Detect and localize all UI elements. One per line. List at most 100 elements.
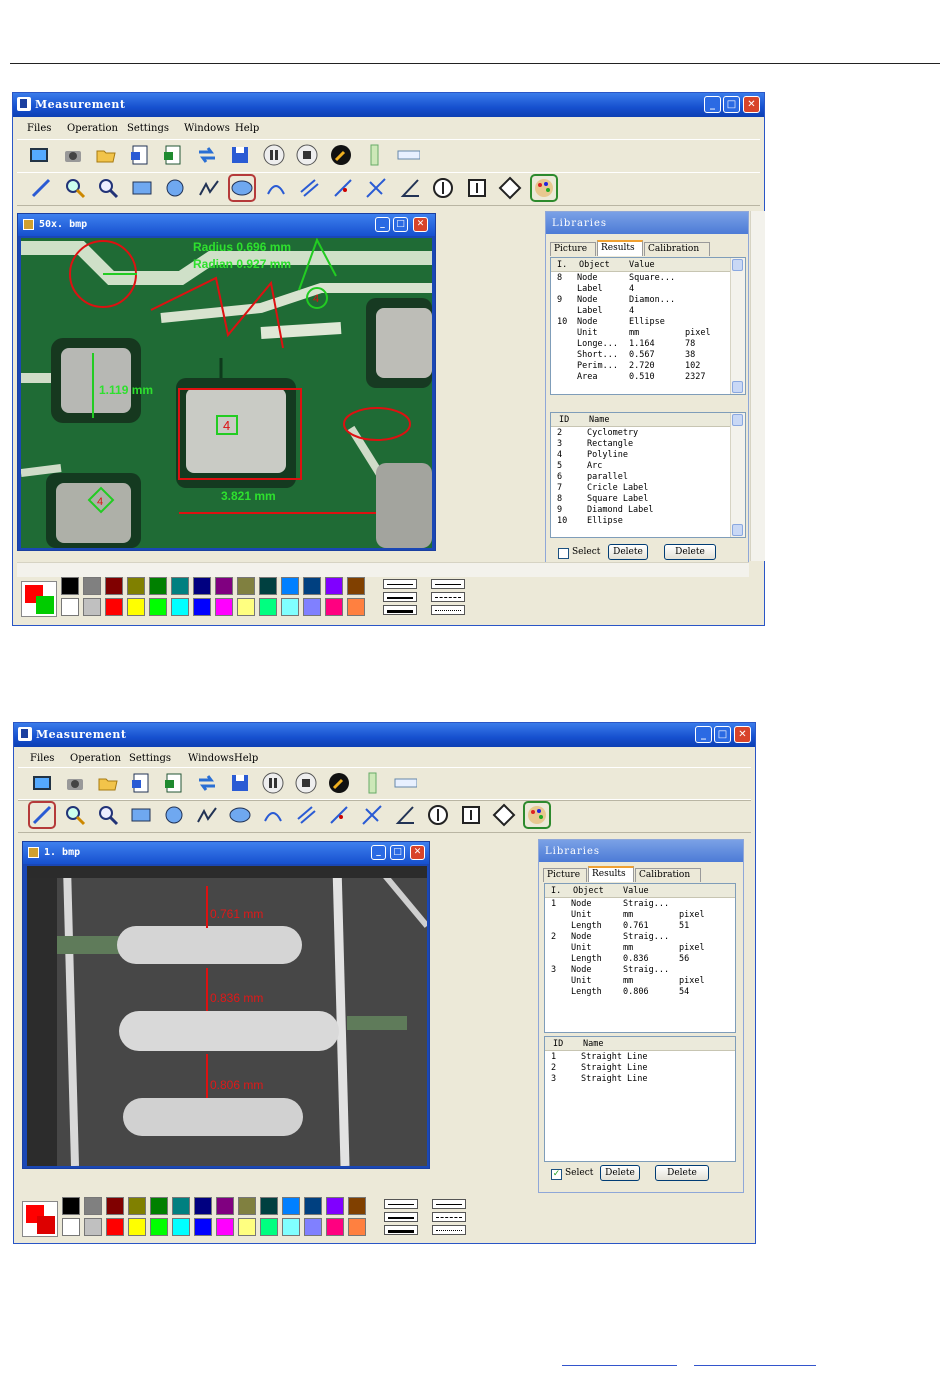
delete-selected-button[interactable]: Delete: [600, 1165, 640, 1181]
color-swatch[interactable]: [62, 1197, 80, 1215]
menu-operation[interactable]: Operation: [70, 753, 121, 764]
line-style-option[interactable]: [383, 592, 417, 602]
result-row[interactable]: 3 Node Straig...: [545, 965, 735, 976]
line-style-option[interactable]: [432, 1212, 466, 1222]
menu-settings[interactable]: Settings: [129, 753, 171, 764]
pause-icon[interactable]: [261, 771, 285, 795]
color-swatch[interactable]: [61, 598, 79, 616]
color-swatch[interactable]: [149, 598, 167, 616]
result-row[interactable]: Short... 0.567 38: [551, 350, 745, 361]
color-palette-icon[interactable]: [529, 174, 558, 202]
result-row[interactable]: 2 Node Straig...: [545, 932, 735, 943]
color-swatch[interactable]: [282, 1218, 300, 1236]
results-list[interactable]: I. Object Value 1 Node Straig... Unit mm pixe…: [544, 883, 736, 1033]
object-row[interactable]: 3 Straight Line: [545, 1074, 735, 1085]
close-button[interactable]: ✕: [734, 726, 751, 743]
color-swatch[interactable]: [325, 577, 343, 595]
object-row[interactable]: 7 Cricle Label: [551, 483, 745, 494]
select-checkbox[interactable]: ✓: [551, 1169, 562, 1180]
result-row[interactable]: Label 4: [551, 306, 745, 317]
tab-calibration[interactable]: Calibration: [644, 242, 710, 256]
horizontal-ruler-icon[interactable]: [393, 771, 417, 795]
tab-picture[interactable]: Picture: [543, 868, 587, 882]
stop-icon[interactable]: [295, 143, 319, 167]
footer-link-2[interactable]: [694, 1365, 816, 1366]
zoom-in-icon[interactable]: [63, 803, 87, 827]
point-line-tool-icon[interactable]: [327, 803, 351, 827]
object-row[interactable]: 2 Cyclometry: [551, 428, 745, 439]
color-swatch[interactable]: [238, 1197, 256, 1215]
color-swatch[interactable]: [281, 577, 299, 595]
color-swatch[interactable]: [237, 598, 255, 616]
arc-tool-icon[interactable]: [261, 803, 285, 827]
footer-link-1[interactable]: [562, 1365, 677, 1366]
color-swatch[interactable]: [128, 1197, 146, 1215]
line-style-option[interactable]: [431, 605, 465, 615]
menu-files[interactable]: Files: [30, 753, 54, 764]
excel-doc-icon[interactable]: [162, 771, 186, 795]
color-swatch[interactable]: [282, 1197, 300, 1215]
result-row[interactable]: 1 Node Straig...: [545, 899, 735, 910]
color-swatch[interactable]: [106, 1218, 124, 1236]
perpendicular-tool-icon[interactable]: [364, 176, 388, 200]
zoom-out-icon[interactable]: [96, 803, 120, 827]
result-row[interactable]: Length 0.761 51: [545, 921, 735, 932]
doc-maximize-button[interactable]: □: [393, 217, 408, 232]
objects-list[interactable]: ID Name 2 Cyclometry 3 Rectangle 4 Polyline 5 A…: [550, 412, 746, 538]
color-swatch[interactable]: [194, 1218, 212, 1236]
circle-tool-icon[interactable]: [162, 803, 186, 827]
close-button[interactable]: ✕: [743, 96, 760, 113]
color-swatch[interactable]: [259, 598, 277, 616]
measurement-image[interactable]: 0.761 mm 0.836 mm 0.806 mm: [27, 866, 427, 1166]
color-palette-icon[interactable]: [523, 801, 551, 829]
maximize-button[interactable]: □: [723, 96, 740, 113]
menu-operation[interactable]: Operation: [67, 123, 118, 134]
color-swatch[interactable]: [84, 1218, 102, 1236]
maximize-button[interactable]: □: [714, 726, 731, 743]
color-swatch[interactable]: [193, 577, 211, 595]
result-row[interactable]: 10 Node Ellipse: [551, 317, 745, 328]
line-style-option[interactable]: [431, 592, 465, 602]
excel-doc-icon[interactable]: [161, 143, 185, 167]
menu-settings[interactable]: Settings: [127, 123, 169, 134]
color-swatch[interactable]: [194, 1197, 212, 1215]
color-swatch[interactable]: [260, 1197, 278, 1215]
open-folder-icon[interactable]: [96, 771, 120, 795]
square-label-icon[interactable]: [459, 803, 483, 827]
document-title-bar[interactable]: 1. bmp _ □ ✕: [23, 842, 429, 864]
vertical-ruler-icon[interactable]: [362, 143, 386, 167]
parallel-tool-icon[interactable]: [297, 176, 321, 200]
result-row[interactable]: Unit mm pixel: [545, 976, 735, 987]
delete-all-button[interactable]: Delete: [655, 1165, 709, 1181]
result-row[interactable]: Label 4: [551, 284, 745, 295]
zoom-in-icon[interactable]: [63, 176, 87, 200]
delete-all-button[interactable]: Delete: [664, 544, 716, 560]
object-row[interactable]: 9 Diamond Label: [551, 505, 745, 516]
object-row[interactable]: 10 Ellipse: [551, 516, 745, 527]
stop-icon[interactable]: [294, 771, 318, 795]
polyline-tool-icon[interactable]: [197, 176, 221, 200]
object-row[interactable]: 3 Rectangle: [551, 439, 745, 450]
film-icon[interactable]: [27, 143, 51, 167]
ellipse-tool-icon[interactable]: [228, 174, 256, 202]
object-row[interactable]: 8 Square Label: [551, 494, 745, 505]
color-swatch[interactable]: [149, 577, 167, 595]
tab-results[interactable]: Results: [588, 866, 634, 882]
object-row[interactable]: 5 Arc: [551, 461, 745, 472]
swap-icon[interactable]: [195, 771, 219, 795]
color-swatch[interactable]: [348, 1218, 366, 1236]
zoom-out-icon[interactable]: [96, 176, 120, 200]
result-row[interactable]: Area 0.510 2327: [551, 372, 745, 383]
color-swatch[interactable]: [347, 598, 365, 616]
object-row[interactable]: 4 Polyline: [551, 450, 745, 461]
line-style-option[interactable]: [431, 579, 465, 589]
horizontal-ruler-icon[interactable]: [396, 143, 420, 167]
polyline-tool-icon[interactable]: [195, 803, 219, 827]
pause-icon[interactable]: [262, 143, 286, 167]
results-scrollbar[interactable]: [730, 258, 745, 394]
camera-icon[interactable]: [63, 771, 87, 795]
color-swatch[interactable]: [171, 577, 189, 595]
results-list[interactable]: I. Object Value 8 Node Square... Label 4 9 Nod…: [550, 257, 746, 395]
color-swatch[interactable]: [83, 598, 101, 616]
line-tool-icon[interactable]: [29, 176, 53, 200]
